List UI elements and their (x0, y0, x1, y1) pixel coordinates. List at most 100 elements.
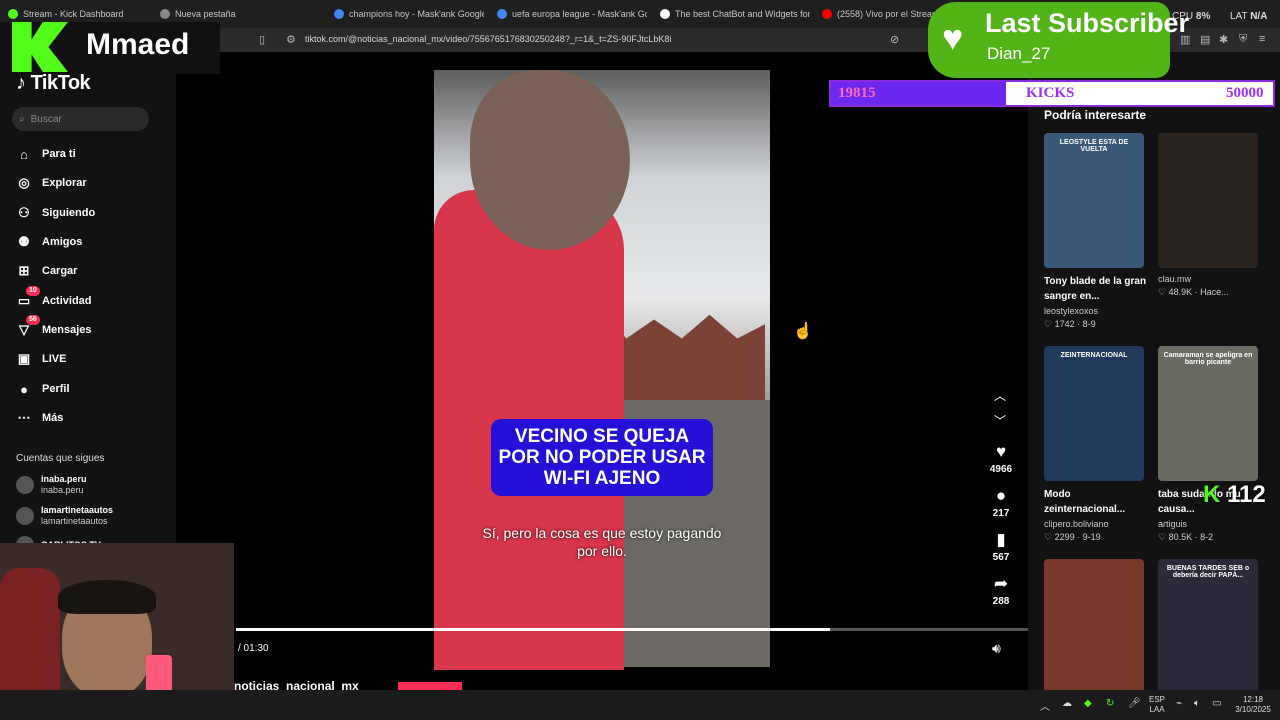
sidebar-item-live[interactable]: ▣ LIVE (16, 350, 67, 368)
account-text: lamartinetaautos lamartinetaautos (41, 505, 113, 527)
next-video-icon[interactable]: ﹀ (994, 412, 1006, 429)
recommendation-thumbnail[interactable] (1044, 559, 1144, 694)
save-count: 567 (992, 552, 1010, 563)
sidebar-item-más[interactable]: ⋯ Más (16, 409, 64, 427)
browser-tab[interactable]: The best ChatBot and Widgets for Ki (660, 4, 810, 24)
bookmark-icon[interactable]: ▯ (259, 33, 265, 46)
clock[interactable]: 12:18 3/10/2025 (1228, 695, 1278, 715)
followed-account[interactable]: lamartinetaautos lamartinetaautos (16, 505, 113, 527)
recommendation-thumbnail[interactable]: ZEINTERNACIONAL (1044, 346, 1144, 481)
save-action[interactable]: ▮ 567 (983, 530, 1019, 563)
recommendation-author: clau.mw (1158, 274, 1192, 284)
browser-tab[interactable]: (2558) Vivo por el Streaming (822, 4, 942, 24)
volume-icon[interactable]: 🔊︎ (992, 640, 1001, 657)
recommendation-stats: ♡ 80.5K · 8-2 (1158, 532, 1268, 543)
recommendation-card[interactable]: BUENAS TARDES SEB o debería decir PAPÁ..… (1158, 559, 1268, 700)
browser-tab[interactable]: Stream - Kick Dashboard (8, 4, 148, 24)
tiktok-note-icon: ♪ (16, 72, 26, 94)
recommendation-likes: 48.9K (1168, 287, 1193, 297)
recommendation-card[interactable]: LEOSTYLE ESTA DE VUELTA Tony blade de la … (1044, 133, 1154, 330)
thumbnail-text: LEOSTYLE ESTA DE VUELTA (1059, 139, 1129, 153)
sidebar-item-label: Siguiendo (42, 207, 96, 219)
sidebar-item-amigos[interactable]: ⚉ Amigos (16, 233, 82, 251)
channel-name: Mmaed (86, 28, 190, 61)
video-subtitle: Sí, pero la cosa es que estoy pagando po… (482, 525, 722, 559)
recommendation-card[interactable]: Camaraman se apeligra en barrio picante t… (1158, 346, 1268, 543)
kicks-goal-current: 19815 (838, 85, 876, 101)
share-action[interactable]: ➦ 288 (983, 574, 1019, 607)
recommendations-title: Podría interesarte (1044, 108, 1147, 122)
avatar (16, 507, 34, 525)
search-input[interactable]: ⌕ Buscar (12, 107, 149, 131)
sidebar-item-actividad[interactable]: ▭ 10 Actividad (16, 286, 92, 310)
url-text[interactable]: tiktok.com/@noticias_nacional_mx/video/7… (305, 34, 671, 44)
recommendation-thumbnail[interactable]: LEOSTYLE ESTA DE VUELTA (1044, 133, 1144, 268)
recommendation-date: 9-19 (1082, 532, 1101, 542)
more-icon: ⋯ (17, 410, 31, 425)
recommendation-thumbnail[interactable]: Camaraman se apeligra en barrio picante (1158, 346, 1258, 481)
site-info-icon[interactable]: ⚙ (286, 33, 296, 46)
sidebar-item-para-ti[interactable]: ⌂ Para ti (16, 145, 76, 163)
sidebar-item-mensajes[interactable]: ▽ 56 Mensajes (16, 315, 92, 339)
webcam-hair (58, 580, 156, 614)
recommendation-likes: 2299 (1054, 532, 1075, 542)
recommendation-date: Hace... (1200, 287, 1229, 297)
translate-icon[interactable]: ⊘ (890, 33, 899, 46)
like-action[interactable]: ♥ 4966 (983, 442, 1019, 475)
browser-tab-label: (2558) Vivo por el Streaming (837, 9, 942, 19)
recommendation-thumbnail[interactable]: BUENAS TARDES SEB o debería decir PAPÁ..… (1158, 559, 1258, 694)
network-icon[interactable]: ⌁ (1176, 698, 1182, 709)
tiktok-logo[interactable]: ♪ TikTok (16, 72, 91, 95)
notification-badge: 10 (26, 286, 40, 296)
browser-tab[interactable]: uefa europa league - Mask'ank Goog (497, 4, 647, 24)
heart-outline-icon: ♡ (1158, 532, 1169, 542)
recommendation-card[interactable]: ZEINTERNACIONAL Modo zeinternacional... cl… (1044, 346, 1154, 543)
recommendation-title: Tony blade de la gran sangre en... (1044, 276, 1147, 302)
shield-icon[interactable]: ⛨ (1239, 33, 1247, 46)
speaker-icon[interactable]: 🔈︎ (1194, 698, 1200, 709)
thumbnail-text: BUENAS TARDES SEB o debería decir PAPÁ..… (1166, 565, 1250, 579)
microphone-icon[interactable]: 🎤︎ (1128, 698, 1141, 709)
recommendation-stats: ♡ 1742 · 8-9 (1044, 319, 1154, 330)
profile-icon: ● (20, 381, 28, 397)
following-header: Cuentas que sigues (16, 453, 105, 464)
follow-button[interactable] (398, 682, 462, 690)
menu-icon[interactable]: ≡ (1259, 33, 1265, 45)
sidebar-item-cargar[interactable]: ⊞ Cargar (16, 262, 78, 280)
tray-chevron-icon[interactable]: ︿ (1040, 698, 1050, 713)
wallet-icon[interactable]: ▤ (1200, 33, 1210, 46)
live-icon: ▣ (17, 351, 31, 366)
sidebar-item-label: Más (42, 412, 64, 424)
sidebar-item-siguiendo[interactable]: ⚇ Siguiendo (16, 204, 95, 222)
recommendation-thumbnail[interactable] (1158, 133, 1258, 268)
sidebar-item-perfil[interactable]: ● Perfil (16, 380, 70, 398)
followed-account[interactable]: inaba.peru inaba.peru (16, 474, 87, 496)
browser-tab[interactable]: champions hoy - Mask'ank Google (334, 4, 484, 24)
bookmark-icon: ▮ (996, 530, 1006, 549)
kick-k-icon: K (1203, 481, 1221, 508)
sync-icon[interactable]: ↻ (1106, 698, 1114, 709)
extensions-icon[interactable]: ✱ (1219, 33, 1228, 46)
sidebar-item-label: Perfil (42, 383, 70, 395)
sidebar-item-explorar[interactable]: ◎ Explorar (16, 174, 86, 192)
tab-favicon-icon (160, 9, 170, 19)
recommendation-card[interactable] (1044, 559, 1154, 700)
onedrive-icon[interactable]: ☁ (1062, 698, 1072, 709)
progress-fill (236, 628, 830, 631)
recommendation-card[interactable]: clau.mw ♡ 48.9K · Hace... (1158, 133, 1268, 298)
share-count: 288 (992, 596, 1010, 607)
battery-icon[interactable]: ▭ (1212, 698, 1221, 709)
browser-tab[interactable]: Nueva pestaña (160, 4, 310, 24)
recommendation-author: artiguis (1158, 519, 1188, 529)
friends-icon: ⚉ (18, 234, 30, 249)
kicks-goal-label: KICKS (1026, 85, 1075, 101)
language-indicator[interactable]: ESP LAA (1146, 695, 1168, 715)
comment-count: 217 (992, 508, 1010, 519)
recommendation-likes: 1742 (1054, 319, 1075, 329)
sidebar-item-label: Mensajes (42, 324, 92, 336)
previous-video-icon[interactable]: ︿ (994, 387, 1006, 404)
sidebar-item-label: Para ti (42, 148, 76, 160)
separator: · (1074, 319, 1083, 329)
app-tray-icon[interactable]: ◆ (1084, 698, 1092, 709)
comment-action[interactable]: ● 217 (983, 486, 1019, 519)
